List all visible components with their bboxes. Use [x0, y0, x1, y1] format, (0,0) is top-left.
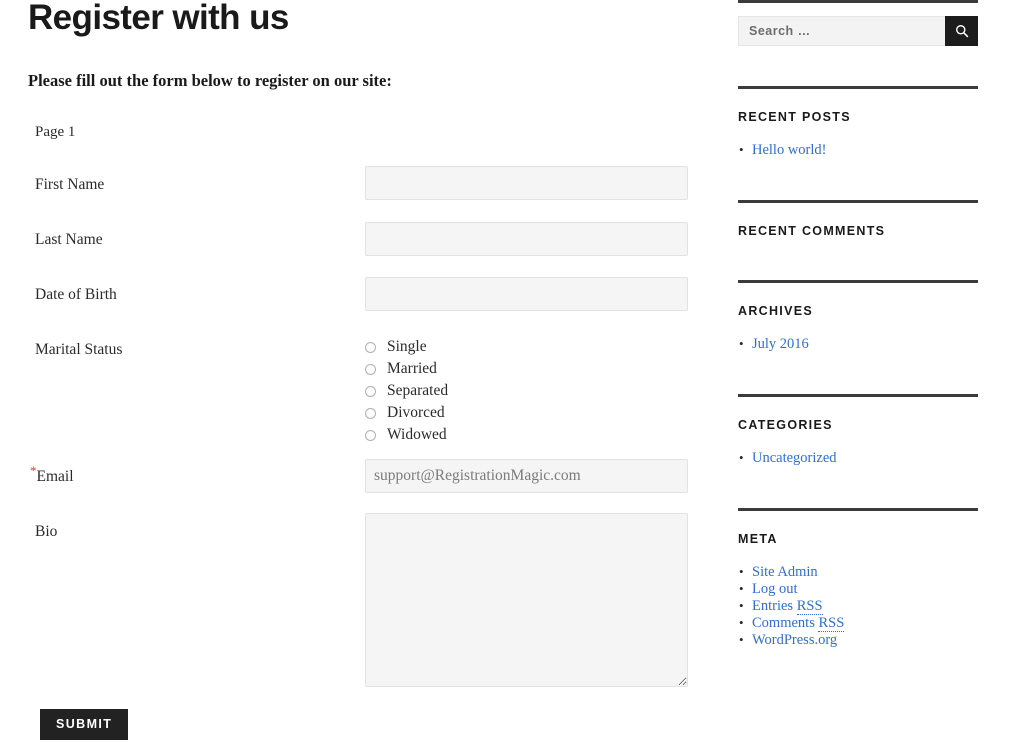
widget-title-recent-comments: RECENT COMMENTS [738, 224, 886, 238]
widget-title-recent-posts: RECENT POSTS [738, 110, 851, 124]
widget-recent-comments: RECENT COMMENTS [738, 200, 978, 256]
bio-textarea[interactable] [365, 513, 688, 687]
main-content: Register with us Please fill out the for… [0, 0, 712, 746]
widget-divider [738, 280, 978, 283]
radio-label-separated: Separated [387, 382, 449, 399]
widget-categories: CATEGORIES Uncategorized [738, 394, 978, 467]
widget-search [738, 0, 978, 46]
page-title: Register with us [28, 0, 289, 37]
widget-list-recent-posts: Hello world! [738, 141, 978, 159]
field-label-bio: Bio [35, 523, 58, 540]
sidebar: RECENT POSTS Hello world! RECENT COMMENT… [738, 0, 978, 746]
form-page-label: Page 1 [35, 124, 76, 140]
radio-option-divorced[interactable]: Divorced [365, 402, 448, 424]
link-hello-world[interactable]: Hello world! [752, 142, 827, 158]
widget-divider [738, 508, 978, 511]
link-wordpress-org[interactable]: WordPress.org [752, 632, 837, 648]
search-form [738, 16, 978, 46]
widget-divider [738, 0, 978, 3]
search-submit-button[interactable] [945, 16, 978, 46]
link-comments-rss[interactable]: Comments RSS [752, 615, 845, 632]
first-name-input[interactable] [365, 166, 688, 200]
widget-archives: ARCHIVES July 2016 [738, 280, 978, 353]
link-site-admin[interactable]: Site Admin [752, 564, 818, 580]
widget-meta: META Site Admin Log out Entries RSS Comm… [738, 508, 978, 649]
widget-divider [738, 394, 978, 397]
widget-title-meta: META [738, 532, 778, 546]
widget-recent-posts: RECENT POSTS Hello world! [738, 86, 978, 159]
field-label-last-name: Last Name [35, 231, 103, 248]
abbr-rss: RSS [818, 615, 845, 632]
date-of-birth-input[interactable] [365, 277, 688, 311]
link-july-2016[interactable]: July 2016 [752, 336, 809, 352]
link-uncategorized[interactable]: Uncategorized [752, 450, 837, 466]
list-item: July 2016 [738, 335, 978, 353]
list-item: WordPress.org [738, 631, 978, 649]
radio-option-separated[interactable]: Separated [365, 380, 448, 402]
radio-circle-icon[interactable] [365, 429, 376, 441]
field-label-marital-status: Marital Status [35, 341, 123, 358]
radio-circle-icon[interactable] [365, 363, 376, 375]
radio-option-widowed[interactable]: Widowed [365, 424, 448, 446]
link-entries-rss[interactable]: Entries RSS [752, 598, 823, 615]
radio-label-single: Single [387, 338, 427, 355]
abbr-rss: RSS [796, 598, 823, 615]
radio-option-single[interactable]: Single [365, 336, 448, 358]
radio-circle-icon[interactable] [365, 341, 376, 353]
field-label-first-name: First Name [35, 176, 105, 193]
list-item: Comments RSS [738, 614, 978, 632]
field-label-date-of-birth: Date of Birth [35, 286, 117, 303]
widget-list-meta: Site Admin Log out Entries RSS Comments … [738, 563, 978, 649]
widget-title-archives: ARCHIVES [738, 304, 813, 318]
widget-divider [738, 200, 978, 203]
list-item: Log out [738, 580, 978, 598]
widget-divider [738, 86, 978, 89]
widget-list-categories: Uncategorized [738, 449, 978, 467]
search-input[interactable] [738, 16, 945, 46]
radio-label-divorced: Divorced [387, 404, 445, 421]
marital-status-radio-group: Single Married Separated Divorced Widowe… [365, 336, 448, 446]
link-log-out[interactable]: Log out [752, 581, 798, 597]
field-label-email-text: Email [36, 468, 74, 485]
email-input[interactable] [365, 459, 688, 493]
list-item: Entries RSS [738, 597, 978, 615]
list-item: Uncategorized [738, 449, 978, 467]
widget-title-categories: CATEGORIES [738, 418, 833, 432]
field-label-email: *Email [30, 464, 74, 487]
radio-circle-icon[interactable] [365, 407, 376, 419]
submit-button[interactable]: SUBMIT [40, 709, 129, 740]
intro-text: Please fill out the form below to regist… [28, 71, 392, 90]
widget-list-archives: July 2016 [738, 335, 978, 353]
last-name-input[interactable] [365, 222, 688, 256]
search-icon [955, 25, 968, 38]
radio-label-married: Married [387, 360, 437, 377]
radio-circle-icon[interactable] [365, 385, 376, 397]
radio-label-widowed: Widowed [387, 426, 447, 443]
list-item: Hello world! [738, 141, 978, 159]
list-item: Site Admin [738, 563, 978, 581]
radio-option-married[interactable]: Married [365, 358, 448, 380]
